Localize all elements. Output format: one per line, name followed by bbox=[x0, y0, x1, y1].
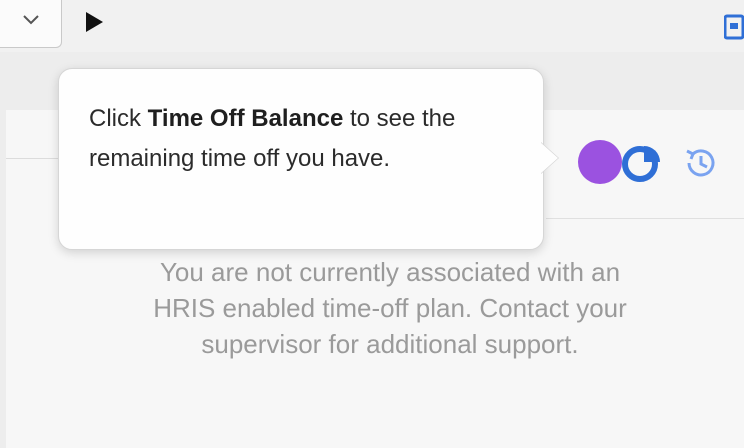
tooltip-prefix: Click bbox=[89, 105, 148, 132]
chevron-down-icon bbox=[23, 15, 39, 25]
no-plan-notice: You are not currently associated with an… bbox=[40, 254, 740, 362]
pie-chart-icon[interactable] bbox=[620, 140, 664, 184]
walkthrough-highlight-dot bbox=[578, 140, 622, 184]
tooltip-highlight: Time Off Balance bbox=[147, 105, 344, 132]
walkthrough-tooltip: Click Time Off Balance to see the remain… bbox=[58, 68, 544, 250]
panel-divider-right bbox=[546, 218, 744, 219]
history-icon[interactable] bbox=[682, 144, 720, 182]
panel-divider bbox=[6, 158, 58, 159]
notice-line: supervisor for additional support. bbox=[201, 329, 579, 359]
play-icon[interactable] bbox=[84, 11, 104, 33]
dropdown-toggle[interactable] bbox=[0, 0, 62, 48]
top-toolbar bbox=[0, 0, 744, 52]
tooltip-message: Click Time Off Balance to see the remain… bbox=[89, 99, 519, 179]
notice-line: You are not currently associated with an bbox=[159, 257, 621, 287]
export-icon[interactable] bbox=[724, 14, 744, 40]
tooltip-pointer bbox=[540, 142, 558, 174]
notice-line: HRIS enabled time-off plan. Contact your bbox=[153, 293, 627, 323]
